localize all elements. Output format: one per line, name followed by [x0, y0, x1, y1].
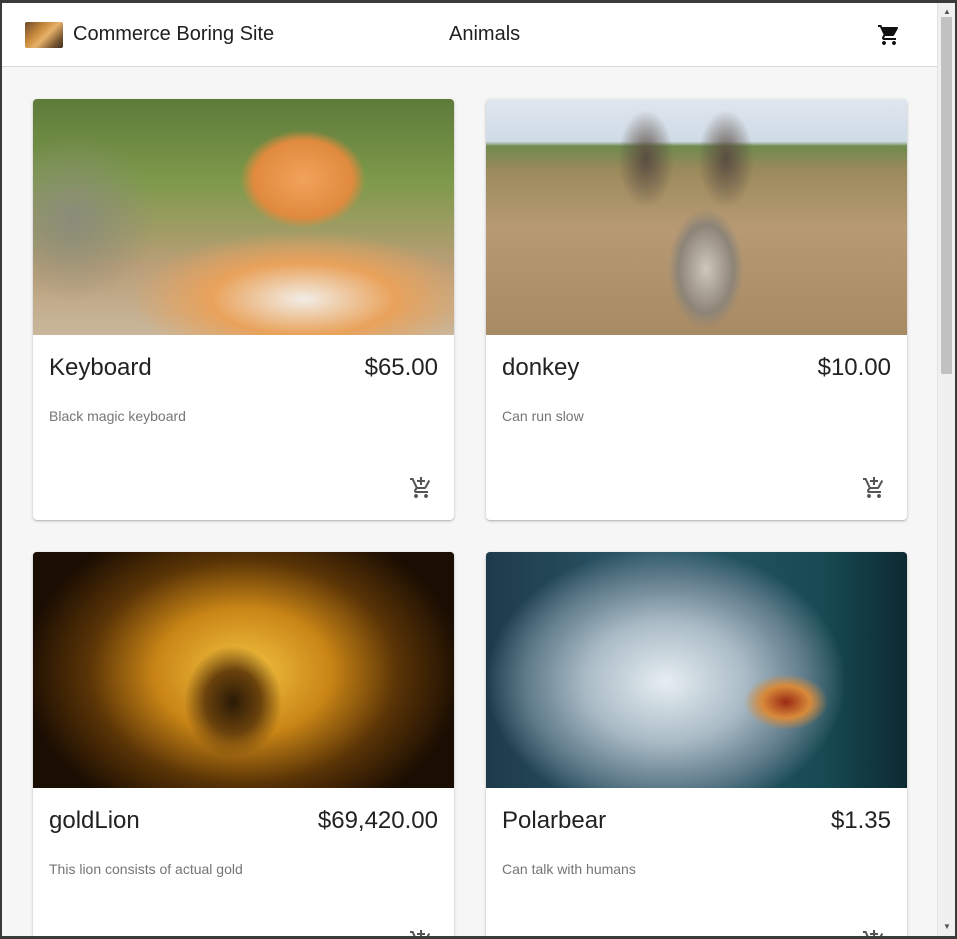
add-to-cart-button[interactable]	[861, 475, 887, 501]
add-shopping-cart-icon	[863, 477, 884, 498]
product-name: Keyboard	[49, 354, 152, 381]
product-price: $69,420.00	[317, 807, 438, 834]
product-image-polar-bear	[486, 552, 907, 788]
add-to-cart-button[interactable]	[408, 928, 434, 936]
scroll-up-arrow-icon[interactable]: ▲	[942, 7, 952, 17]
product-name: donkey	[502, 354, 580, 381]
product-price: $1.35	[830, 807, 891, 834]
add-shopping-cart-icon	[410, 930, 431, 936]
product-card: goldLion $69,420.00 This lion consists o…	[33, 552, 454, 936]
product-price: $10.00	[817, 354, 891, 381]
product-description: Can run slow	[502, 408, 584, 424]
site-title[interactable]: Commerce Boring Site	[73, 23, 274, 46]
product-name: Polarbear	[502, 807, 607, 834]
add-shopping-cart-icon	[863, 930, 884, 936]
product-image-lion	[33, 552, 454, 788]
product-card: Keyboard $65.00 Black magic keyboard	[33, 99, 454, 520]
cart-button[interactable]	[875, 21, 903, 49]
browser-viewport: Commerce Boring Site Animals Keyboard $6…	[2, 3, 955, 936]
product-card: Polarbear $1.35 Can talk with humans	[486, 552, 907, 936]
product-description: Black magic keyboard	[49, 408, 186, 424]
product-name: goldLion	[49, 807, 140, 834]
site-logo[interactable]	[25, 22, 63, 48]
product-card: donkey $10.00 Can run slow	[486, 99, 907, 520]
product-description: This lion consists of actual gold	[49, 861, 243, 877]
nav-animals[interactable]: Animals	[449, 23, 520, 46]
product-price: $65.00	[364, 354, 438, 381]
scroll-down-arrow-icon[interactable]: ▼	[942, 922, 952, 932]
product-image-donkey	[486, 99, 907, 335]
add-shopping-cart-icon	[410, 477, 431, 498]
shopping-cart-icon	[878, 25, 899, 45]
app-bar: Commerce Boring Site Animals	[2, 3, 937, 67]
vertical-scrollbar[interactable]: ▲ ▼	[937, 3, 955, 936]
scrollbar-thumb[interactable]	[941, 17, 952, 374]
product-image-cat	[33, 99, 454, 335]
add-to-cart-button[interactable]	[861, 928, 887, 936]
add-to-cart-button[interactable]	[408, 475, 434, 501]
product-description: Can talk with humans	[502, 861, 636, 877]
